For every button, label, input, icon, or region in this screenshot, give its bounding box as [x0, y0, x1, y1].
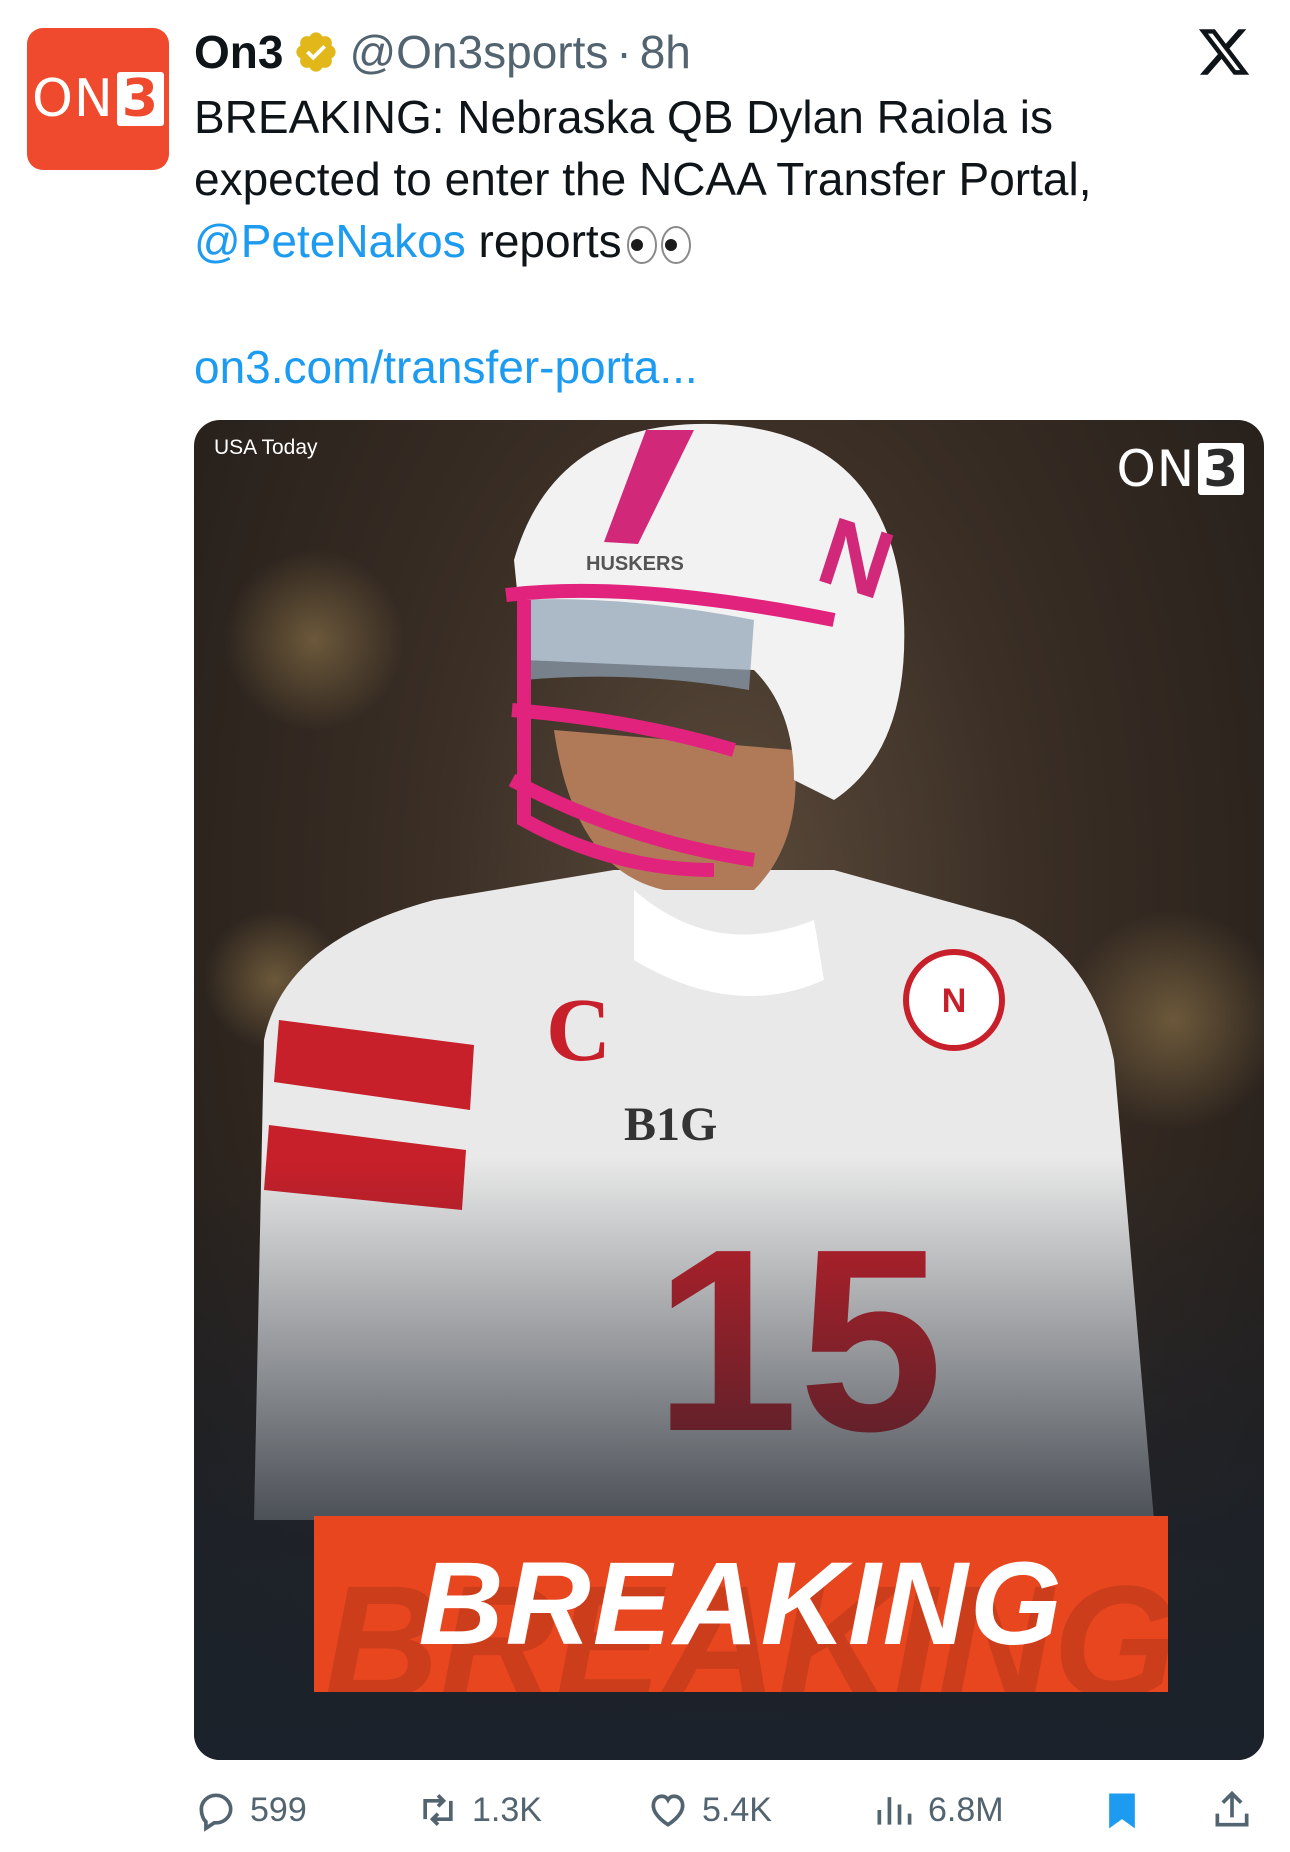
share-button[interactable] — [1210, 1780, 1266, 1840]
bookmark-filled-icon — [1109, 1793, 1135, 1829]
views-count: 6.8M — [928, 1790, 1004, 1829]
on3-avatar-logo: ON 3 — [32, 69, 164, 129]
avatar[interactable]: ON 3 — [27, 28, 169, 170]
reply-count: 599 — [250, 1790, 307, 1829]
on3-logo-three: 3 — [116, 72, 164, 127]
photo-credit: USA Today — [214, 436, 318, 459]
x-logo-icon[interactable] — [1196, 24, 1252, 80]
tweet-media-image[interactable]: 15 C B1G N N HUSKERS USA Today ON3 BREAK… — [194, 420, 1264, 1760]
reply-icon — [199, 1793, 233, 1832]
timestamp[interactable]: 8h — [640, 25, 691, 79]
tweet-body: BREAKING: Nebraska QB Dylan Raiola is ex… — [194, 91, 1092, 205]
article-link[interactable]: on3.com/transfer-porta... — [194, 336, 698, 398]
breaking-banner: BREAKING BREAKING — [314, 1516, 1168, 1692]
mention-link[interactable]: @PeteNakos — [194, 215, 466, 267]
breaking-title: BREAKING — [418, 1538, 1064, 1670]
action-bar: 599 1.3K 5.4K 6.8M — [194, 1780, 1254, 1840]
heart-icon — [651, 1794, 685, 1827]
on3-watermark-text: ON — [1116, 440, 1196, 498]
display-name[interactable]: On3 — [194, 25, 283, 79]
handle[interactable]: @On3sports — [349, 25, 608, 79]
verified-badge-icon[interactable] — [293, 29, 339, 75]
tweet-tail: reports — [465, 215, 622, 267]
on3-watermark-three: 3 — [1198, 443, 1244, 496]
retweet-button[interactable]: 1.3K — [416, 1780, 542, 1840]
eyes-emoji-icon — [626, 225, 691, 264]
tweet-header: On3 @On3sports · 8h — [194, 22, 691, 82]
tweet-text: BREAKING: Nebraska QB Dylan Raiola is ex… — [194, 86, 1234, 272]
share-icon — [1215, 1790, 1249, 1827]
retweet-icon — [423, 1794, 453, 1826]
views-chart-icon — [877, 1797, 912, 1825]
like-button[interactable]: 5.4K — [646, 1780, 772, 1840]
views-button[interactable]: 6.8M — [872, 1780, 1004, 1840]
separator-dot: · — [616, 26, 632, 78]
like-count: 5.4K — [702, 1790, 772, 1829]
bookmark-button[interactable] — [1100, 1780, 1156, 1840]
reply-button[interactable]: 599 — [194, 1780, 307, 1840]
on3-logo-text: ON — [31, 69, 114, 129]
retweet-count: 1.3K — [472, 1790, 542, 1829]
on3-watermark-logo: ON 3 — [1116, 440, 1244, 498]
